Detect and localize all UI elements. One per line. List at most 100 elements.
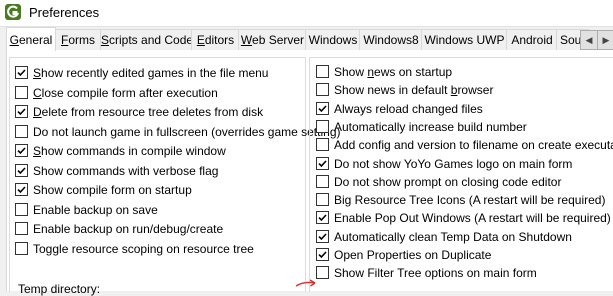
- tab-forms[interactable]: Forms: [54, 29, 102, 50]
- temp-directory-label: Temp directory:: [18, 282, 101, 296]
- checkbox-unchecked-icon[interactable]: [316, 193, 329, 207]
- right-options-group: Show news on startup Show news in default…: [309, 57, 613, 292]
- checkbox-checked-icon[interactable]: [316, 211, 329, 225]
- chevron-right-icon[interactable]: ▶: [598, 31, 613, 49]
- checkbox-unchecked-icon[interactable]: [15, 222, 28, 235]
- label-text: Toggle resource scoping on resource tree: [33, 241, 254, 256]
- checkbox-label: Close compile form after execution: [33, 85, 218, 101]
- checkbox-label: Open Properties on Duplicate: [334, 247, 491, 263]
- checkbox-label: Toggle resource scoping on resource tree: [33, 241, 254, 257]
- tab-editors[interactable]: Editors: [191, 29, 240, 50]
- checkbox-label: Show news in default browser: [334, 82, 493, 98]
- checkbox-label: Show Filter Tree options on main form: [334, 265, 537, 281]
- label-accel: S: [33, 144, 42, 158]
- checkbox-unchecked-icon[interactable]: [316, 83, 329, 97]
- checkbox-label: Show commands with verbose flag: [33, 163, 218, 179]
- tab-label: Android: [511, 33, 553, 47]
- checkbox-unchecked-icon[interactable]: [15, 124, 28, 138]
- label-text: Show compile form on startup: [33, 183, 192, 197]
- checkbox-label: Big Resource Tree Icons (A restart will …: [334, 192, 605, 208]
- gamemaker-logo-icon: [5, 4, 21, 20]
- checkbox-checked-icon[interactable]: [316, 229, 329, 243]
- checkbox-unchecked-icon[interactable]: [316, 65, 329, 78]
- label-text: Always reload changed files: [334, 101, 483, 116]
- checkbox-label: Enable Pop Out Windows (A restart will b…: [334, 210, 611, 226]
- tab-android[interactable]: Android: [506, 29, 558, 50]
- checkbox-unchecked-icon[interactable]: [316, 174, 329, 188]
- checkbox-checked-icon[interactable]: [15, 163, 28, 177]
- label-text: Show: [334, 65, 368, 79]
- label-accel: C: [33, 85, 42, 100]
- tab-windows8[interactable]: Windows8: [359, 29, 423, 50]
- label-text: Do not launch game in fullscreen (overri…: [33, 124, 341, 139]
- tab-accel: G: [9, 33, 19, 47]
- checkbox-label: Do not show YoYo Games logo on main form: [334, 156, 572, 172]
- tab-label: Sou: [560, 33, 582, 47]
- tab-label: Windows UWP: [424, 33, 505, 47]
- checkbox-label: Delete from resource tree deletes from d…: [33, 104, 263, 120]
- label-text-rest: elete from resource tree deletes from di…: [41, 105, 264, 119]
- checkbox-label: Automatically clean Temp Data on Shutdow…: [334, 229, 572, 245]
- checkbox-checked-icon[interactable]: [15, 105, 28, 118]
- checkbox-checked-icon[interactable]: [316, 101, 329, 115]
- checkbox-label: Show recently edited games in the file m…: [33, 65, 268, 81]
- label-text-rest: how commands in compile window: [41, 144, 226, 158]
- tab-label-rest: eneral: [18, 33, 53, 47]
- tab-scroll-buttons: ◀ ▶: [580, 30, 613, 50]
- label-text: Enable backup on run/debug/create: [33, 222, 224, 236]
- tab-label: Windows: [308, 33, 358, 47]
- checkbox-label: Add config and version to filename on cr…: [334, 137, 613, 153]
- window-title: Preferences: [29, 5, 100, 20]
- checkbox-unchecked-icon[interactable]: [316, 119, 329, 133]
- label-text: Enable Pop Out Windows (A restart will b…: [334, 211, 611, 226]
- checkbox-checked-icon[interactable]: [15, 66, 28, 79]
- checkbox-unchecked-icon[interactable]: [15, 85, 28, 99]
- tab-windows-uwp[interactable]: Windows UWP: [421, 29, 508, 50]
- tab-scripts-and-code[interactable]: Scripts and Code: [100, 29, 193, 50]
- checkbox-label: Always reload changed files: [334, 101, 483, 117]
- tab-label-rest: cripts and Code: [109, 33, 193, 47]
- checkbox-label: Do not launch game in fullscreen (overri…: [33, 124, 341, 140]
- label-text-rest: lose compile form after execution: [41, 85, 218, 100]
- label-accel: S: [33, 66, 42, 80]
- label-text: Automatically increase build number: [334, 119, 527, 134]
- checkbox-label: Enable backup on run/debug/create: [33, 221, 223, 237]
- label-accel: D: [33, 105, 42, 119]
- tab-windows[interactable]: Windows: [305, 29, 361, 50]
- chevron-left-icon[interactable]: ◀: [581, 31, 598, 49]
- label-text: Do not show YoYo Games logo on main form: [334, 156, 573, 171]
- label-text-rest: how recently edited games in the file me…: [41, 66, 269, 80]
- label-text-rest: ews on startup: [374, 65, 453, 79]
- checkbox-label: Show compile form on startup: [33, 182, 192, 198]
- checkbox-checked-icon[interactable]: [316, 248, 329, 261]
- label-text: Show news in default: [334, 83, 451, 98]
- tab-strip: General Forms Scripts and Code Editors W…: [6, 27, 613, 51]
- label-text: Enable backup on save: [33, 202, 158, 217]
- tab-label-rest: eb Server: [252, 33, 305, 47]
- label-text: Automatically clean Temp Data on Shutdow…: [334, 229, 572, 244]
- checkbox-checked-icon[interactable]: [316, 156, 329, 170]
- tab-label-rest: orms: [68, 33, 95, 47]
- label-text-rest: rowser: [457, 83, 494, 98]
- checkbox-unchecked-icon[interactable]: [15, 202, 28, 216]
- checkbox-label: Enable backup on save: [33, 202, 158, 218]
- label-text: Add config and version to filename on cr…: [334, 138, 613, 153]
- checkbox-unchecked-icon[interactable]: [316, 138, 329, 152]
- tab-web-server[interactable]: Web Server: [238, 29, 307, 50]
- title-bar[interactable]: Preferences: [0, 0, 613, 27]
- left-options-group: Show recently edited games in the file m…: [9, 57, 341, 296]
- tab-accel: E: [196, 33, 205, 47]
- checkbox-checked-icon[interactable]: [15, 144, 28, 157]
- tab-label-rest: ditors: [204, 33, 235, 47]
- checkbox-label: Show news on startup: [334, 64, 452, 80]
- label-text: Show commands with verbose flag: [33, 163, 219, 178]
- red-arrow-icon: [295, 279, 316, 287]
- tab-general[interactable]: General: [6, 27, 56, 51]
- tab-label: Windows8: [363, 33, 419, 47]
- checkbox-unchecked-icon[interactable]: [316, 266, 329, 280]
- checkbox-checked-icon[interactable]: [15, 183, 28, 196]
- label-text: Big Resource Tree Icons (A restart will …: [334, 193, 606, 208]
- checkbox-unchecked-icon[interactable]: [15, 241, 28, 255]
- checkbox-label: Automatically increase build number: [334, 119, 527, 135]
- label-text: Do not show prompt on closing code edito…: [334, 174, 562, 189]
